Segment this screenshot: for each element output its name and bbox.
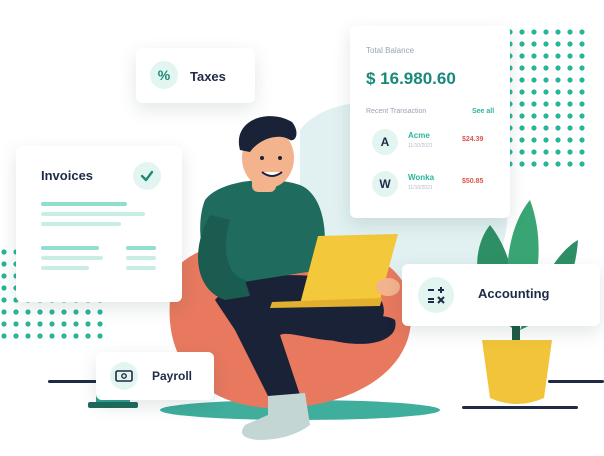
accounting-label: Accounting <box>478 286 550 301</box>
invoice-line <box>126 256 156 260</box>
recent-transaction-label: Recent Transaction <box>366 108 427 115</box>
payroll-card[interactable]: Payroll <box>96 352 214 400</box>
transaction-amount: $50.85 <box>462 178 484 185</box>
transaction-name: Wonka <box>408 173 435 182</box>
invoice-line <box>126 246 156 250</box>
percent-icon: % <box>150 61 178 89</box>
invoice-line <box>126 266 156 270</box>
invoice-line <box>41 256 103 260</box>
balance-card[interactable]: Total Balance $ 16.980.60 Recent Transac… <box>350 26 510 218</box>
transaction-row[interactable]: W Wonka 11/10/2021 $50.85 <box>364 166 494 200</box>
transaction-date: 11/10/2021 <box>408 143 433 149</box>
invoice-line <box>41 246 99 250</box>
avatar: A <box>372 129 398 155</box>
taxes-label: Taxes <box>190 69 226 84</box>
invoices-title: Invoices <box>41 168 94 183</box>
invoice-line <box>41 202 127 206</box>
check-icon <box>133 162 161 190</box>
calculator-icon <box>418 277 454 313</box>
total-balance-value: $ 16.980.60 <box>366 69 456 88</box>
payroll-label: Payroll <box>152 369 193 383</box>
transaction-date: 11/10/2021 <box>408 185 433 191</box>
invoices-card[interactable]: Invoices <box>16 146 182 302</box>
total-balance-label: Total Balance <box>366 46 415 55</box>
transaction-name: Acme <box>408 131 430 140</box>
accounting-card[interactable]: Accounting <box>402 264 600 326</box>
taxes-card[interactable]: % Taxes <box>136 48 255 103</box>
transaction-row[interactable]: A Acme 11/10/2021 $24.39 <box>364 124 494 158</box>
cash-icon <box>110 362 138 390</box>
transaction-amount: $24.39 <box>462 136 484 143</box>
avatar: W <box>372 171 398 197</box>
see-all-link[interactable]: See all <box>472 108 494 115</box>
invoice-line <box>41 266 89 270</box>
invoice-line <box>41 212 145 216</box>
invoice-line <box>41 222 121 226</box>
